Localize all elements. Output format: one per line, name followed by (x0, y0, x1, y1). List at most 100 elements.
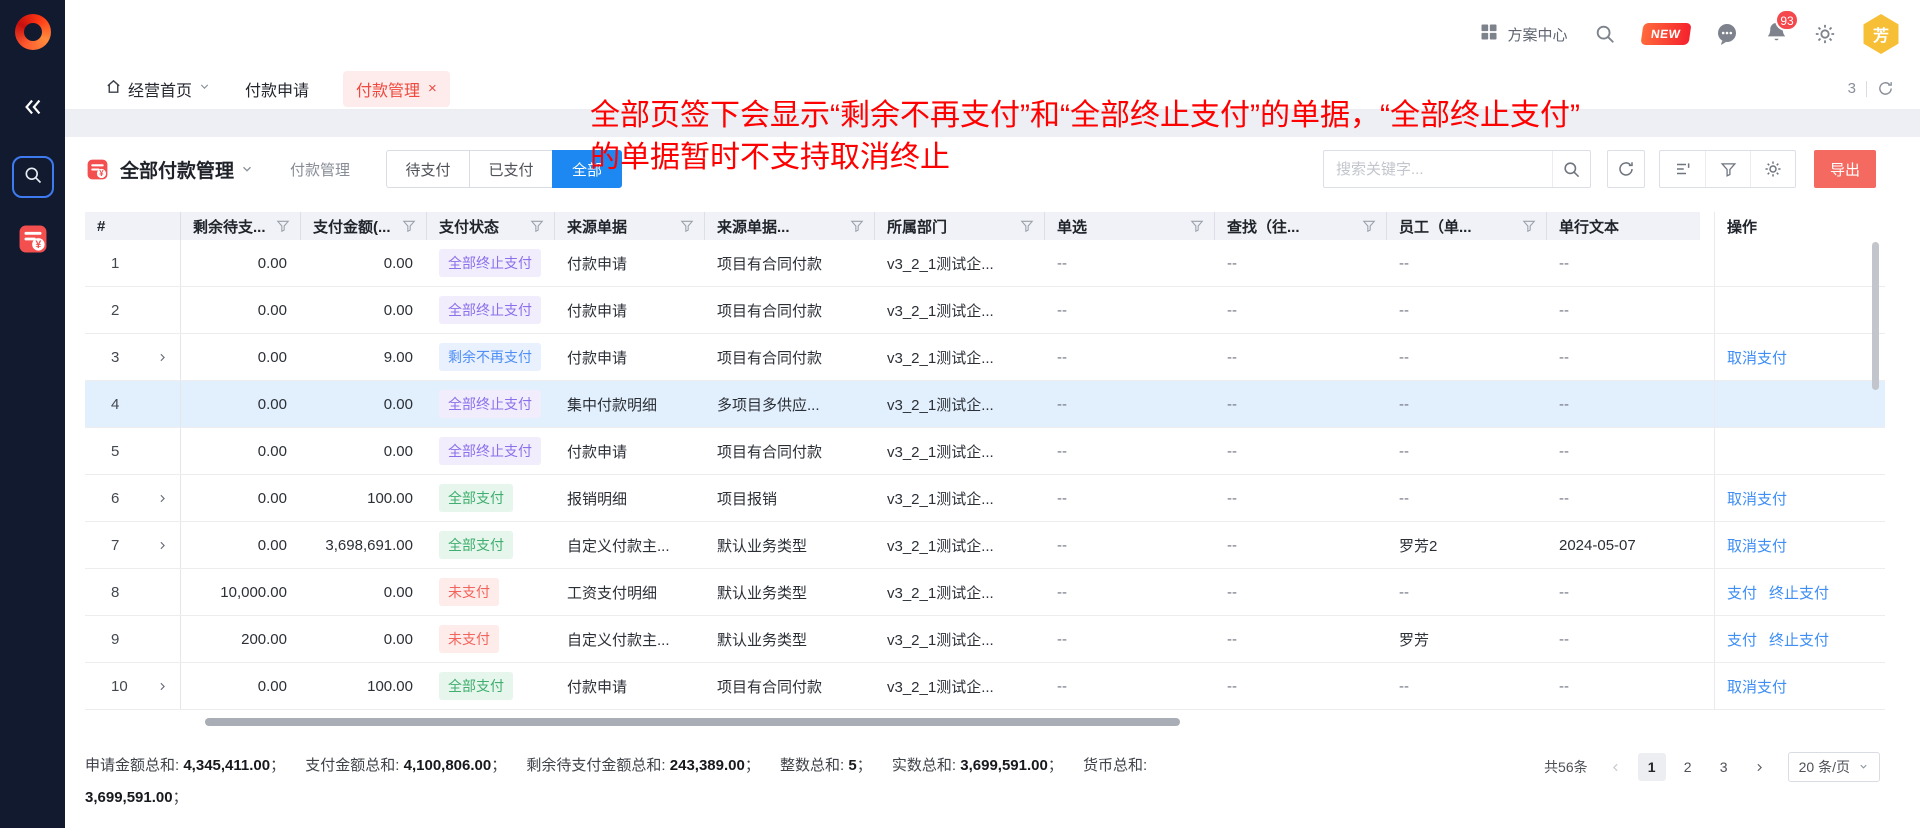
action-link[interactable]: 取消支付 (1727, 535, 1787, 556)
action-link[interactable]: 支付 (1727, 629, 1757, 650)
notifications-button[interactable]: 93 (1765, 21, 1788, 48)
column-settings-icon[interactable] (1660, 151, 1705, 187)
status-badge: 全部支付 (439, 531, 513, 559)
filter-icon[interactable] (1020, 219, 1034, 233)
new-badge[interactable]: NEW (1640, 23, 1691, 45)
chevron-down-icon[interactable] (240, 162, 254, 176)
filter-tab-pending[interactable]: 待支付 (386, 150, 470, 188)
action-link[interactable]: 取消支付 (1727, 676, 1787, 697)
cell-employee: -- (1387, 663, 1547, 709)
total-segment: 实数总和: 3,699,591.00； (892, 757, 1079, 774)
column-header-6[interactable]: 来源单据... (705, 212, 875, 240)
cell-employee: 罗芳2 (1387, 522, 1547, 568)
column-header-8[interactable]: 单选 (1045, 212, 1215, 240)
filter-tab-paid[interactable]: 已支付 (469, 150, 553, 188)
filter-icon[interactable] (530, 219, 544, 233)
action-link[interactable]: 取消支付 (1727, 488, 1787, 509)
column-header-2[interactable]: 剩余待支... (181, 212, 301, 240)
column-header-7[interactable]: 所属部门 (875, 212, 1045, 240)
column-header-11: 单行文本 (1547, 212, 1700, 240)
column-header-10[interactable]: 员工（单... (1387, 212, 1547, 240)
table-row-8[interactable]: 810,000.000.00未支付工资支付明细默认业务类型v3_2_1测试企..… (85, 569, 1885, 616)
filter-icon[interactable] (1522, 219, 1536, 233)
table-row-4[interactable]: 40.000.00全部终止支付集中付款明细多项目多供应...v3_2_1测试企.… (85, 381, 1885, 428)
filter-icon[interactable] (276, 219, 290, 233)
table-row-6[interactable]: 60.00100.00全部支付报销明细项目报销v3_2_1测试企...-----… (85, 475, 1885, 522)
table-row-9[interactable]: 9200.000.00未支付自定义付款主...默认业务类型v3_2_1测试企..… (85, 616, 1885, 663)
filter-icon[interactable] (680, 219, 694, 233)
app-root: ¥ 方案中心 NEW 93 (0, 0, 1920, 828)
cell-payment-status: 未支付 (427, 616, 555, 662)
refresh-tab-icon[interactable] (1877, 80, 1894, 97)
filter-tab-all[interactable]: 全部 (552, 150, 622, 188)
page-3[interactable]: 3 (1710, 753, 1738, 781)
cell-payment-status: 全部终止支付 (427, 381, 555, 427)
action-link[interactable]: 终止支付 (1769, 582, 1829, 603)
search-icon[interactable] (1552, 151, 1590, 187)
cell-text: -- (1547, 616, 1700, 662)
action-link[interactable]: 取消支付 (1727, 347, 1787, 368)
export-button[interactable]: 导出 (1814, 150, 1876, 188)
filter-icon[interactable] (850, 219, 864, 233)
page-size-select[interactable]: 20 条/页 (1788, 752, 1880, 782)
action-link[interactable]: 终止支付 (1769, 629, 1829, 650)
table-row-10[interactable]: 100.00100.00全部支付付款申请项目有合同付款v3_2_1测试企...-… (85, 663, 1885, 710)
action-link[interactable]: 支付 (1727, 582, 1757, 603)
table-row-5[interactable]: 50.000.00全部终止支付付款申请项目有合同付款v3_2_1测试企...--… (85, 428, 1885, 475)
cell-source-type: 默认业务类型 (705, 616, 875, 662)
sidebar-search-item[interactable] (12, 156, 54, 198)
tab-payment-management[interactable]: 付款管理 × (343, 71, 450, 107)
table-row-1[interactable]: 10.000.00全部终止支付付款申请项目有合同付款v3_2_1测试企...--… (85, 240, 1885, 287)
total-label: 整数总和: (780, 757, 848, 774)
column-header-4[interactable]: 支付状态 (427, 212, 555, 240)
cell-source-doc: 付款申请 (555, 334, 705, 380)
solution-center-button[interactable]: 方案中心 (1479, 22, 1567, 46)
prev-page-button[interactable] (1602, 753, 1630, 781)
cell-text: -- (1547, 381, 1700, 427)
collapse-sidebar-icon[interactable] (18, 92, 48, 122)
expand-icon[interactable] (156, 492, 169, 505)
expand-icon[interactable] (156, 680, 169, 693)
column-header-3[interactable]: 支付金额(... (301, 212, 427, 240)
global-search-icon[interactable] (1594, 23, 1616, 45)
filter-icon[interactable] (1705, 151, 1750, 187)
app-logo[interactable] (15, 14, 51, 50)
filter-icon[interactable] (1190, 219, 1204, 233)
view-subtitle[interactable]: 付款管理 (290, 159, 350, 180)
tab-payment-request[interactable]: 付款申请 (245, 77, 309, 101)
page-1[interactable]: 1 (1638, 753, 1666, 781)
column-header-5[interactable]: 来源单据 (555, 212, 705, 240)
search-input[interactable] (1324, 161, 1552, 178)
breadcrumb-home[interactable]: 经营首页 (105, 77, 211, 101)
table-row-2[interactable]: 20.000.00全部终止支付付款申请项目有合同付款v3_2_1测试企...--… (85, 287, 1885, 334)
page-2[interactable]: 2 (1674, 753, 1702, 781)
table-row-7[interactable]: 70.003,698,691.00全部支付自定义付款主...默认业务类型v3_2… (85, 522, 1885, 569)
total-value: 4,345,411.00 (183, 757, 270, 774)
message-icon[interactable] (1715, 22, 1739, 46)
vertical-scrollbar[interactable] (1872, 242, 1879, 390)
avatar[interactable]: 芳 (1862, 14, 1900, 54)
table-row-3[interactable]: 30.009.00剩余不再支付付款申请项目有合同付款v3_2_1测试企...--… (85, 334, 1885, 381)
expand-cell (145, 287, 181, 333)
refresh-icon[interactable] (1607, 150, 1645, 188)
next-page-button[interactable] (1746, 753, 1774, 781)
cell-radio: -- (1045, 569, 1215, 615)
cell-payment-amount: 3,698,691.00 (301, 522, 427, 568)
expand-icon[interactable] (156, 351, 169, 364)
table-tools-group (1659, 150, 1796, 188)
close-icon[interactable]: × (428, 80, 437, 97)
sidebar-item-payment-app[interactable]: ¥ (14, 222, 52, 260)
filter-icon[interactable] (1362, 219, 1376, 233)
cell-lookup: -- (1215, 663, 1387, 709)
view-title[interactable]: 全部付款管理 (120, 156, 234, 183)
total-label: 支付金额总和: (305, 757, 403, 774)
horizontal-scrollbar[interactable] (205, 718, 1180, 726)
filter-icon[interactable] (402, 219, 416, 233)
expand-icon[interactable] (156, 539, 169, 552)
gear-icon[interactable] (1814, 23, 1836, 45)
cell-employee: -- (1387, 334, 1547, 380)
pagination-pages: 123 (1638, 753, 1738, 781)
row-number: 1 (85, 240, 145, 286)
column-header-9[interactable]: 查找（往... (1215, 212, 1387, 240)
gear-icon[interactable] (1750, 151, 1795, 187)
